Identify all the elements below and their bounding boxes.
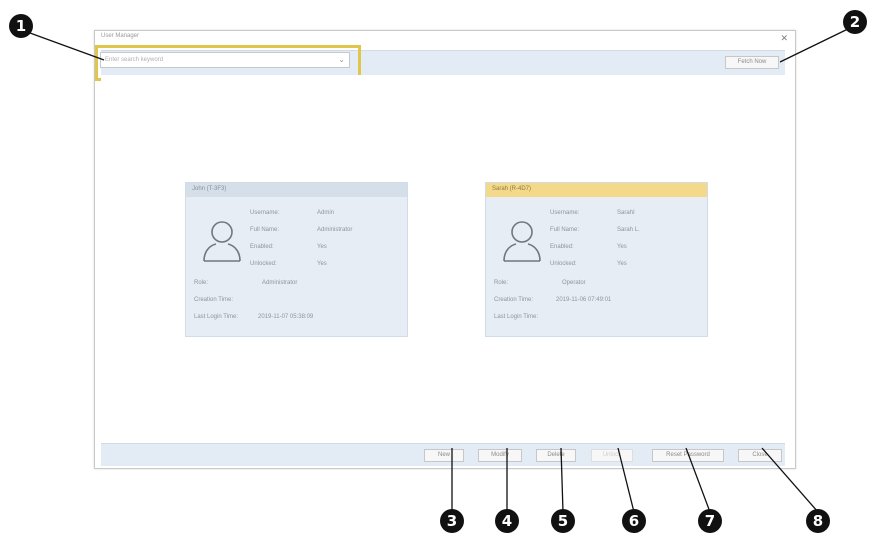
chevron-down-icon[interactable]: ⌄ [338, 55, 345, 64]
creation-time-label: Creation Time: [494, 297, 534, 303]
user-card[interactable]: John (T-3F3) Username: Admin Full Name: … [185, 182, 408, 337]
user-icon [203, 221, 241, 262]
username-label: Username: [550, 210, 580, 216]
reset-password-button[interactable]: Reset Password [652, 449, 724, 462]
card-header: Sarah (R-4D7) [486, 183, 707, 197]
window-title: User Manager [101, 33, 140, 39]
full-name-value: Administrator [317, 227, 353, 233]
last-login-value: 2019-11-07 05:38:09 [258, 314, 314, 320]
unlocked-label: Unlocked: [550, 261, 577, 267]
bottom-toolbar: New Modify Delete Unlock Reset Password … [101, 443, 785, 466]
search-input[interactable]: Enter search keyword ⌄ [100, 52, 350, 68]
modify-button[interactable]: Modify [478, 449, 522, 462]
username-value: SarahI [617, 210, 635, 216]
enabled-label: Enabled: [250, 244, 274, 250]
enabled-value: Yes [617, 244, 627, 250]
full-name-value: Sarah L. [617, 227, 640, 233]
role-label: Role: [194, 280, 209, 286]
username-value: Admin [317, 210, 335, 216]
unlocked-value: Yes [317, 261, 327, 267]
search-placeholder: Enter search keyword [105, 57, 164, 63]
close-icon[interactable]: ✕ [780, 34, 788, 43]
last-login-label: Last Login Time: [194, 314, 239, 320]
role-label: Role: [494, 280, 509, 286]
close-button[interactable]: Close [738, 449, 782, 462]
callout-marker: 7 [698, 509, 722, 533]
card-header: John (T-3F3) [186, 183, 407, 197]
full-name-label: Full Name: [250, 227, 280, 233]
role-value: Operator [562, 280, 586, 286]
enabled-value: Yes [317, 244, 327, 250]
last-login-label: Last Login Time: [494, 314, 539, 320]
creation-time-value: 2019-11-06 07:49:01 [556, 297, 612, 303]
delete-button[interactable]: Delete [536, 449, 576, 462]
enabled-label: Enabled: [550, 244, 574, 250]
callout-marker: 8 [806, 509, 830, 533]
user-card-selected[interactable]: Sarah (R-4D7) Username: SarahI Full Name… [485, 182, 708, 337]
unlocked-value: Yes [617, 261, 627, 267]
top-toolbar: Enter search keyword ⌄ Fetch Now [95, 45, 785, 81]
callout-marker: 3 [440, 509, 464, 533]
fetch-now-button[interactable]: Fetch Now [725, 56, 779, 69]
user-manager-window: User Manager ✕ Enter search keyword ⌄ Fe… [94, 30, 796, 469]
callout-marker: 2 [843, 10, 867, 34]
unlock-button[interactable]: Unlock [591, 449, 633, 462]
username-label: Username: [250, 210, 280, 216]
user-card-area: John (T-3F3) Username: Admin Full Name: … [101, 75, 785, 443]
role-value: Administrator [262, 280, 298, 286]
full-name-label: Full Name: [550, 227, 580, 233]
unlocked-label: Unlocked: [250, 261, 277, 267]
callout-marker: 1 [9, 14, 33, 38]
callout-marker: 5 [551, 509, 575, 533]
callout-marker: 6 [622, 509, 646, 533]
user-icon [503, 221, 541, 262]
callout-marker: 4 [495, 509, 519, 533]
new-button[interactable]: New [424, 449, 464, 462]
creation-time-label: Creation Time: [194, 297, 234, 303]
